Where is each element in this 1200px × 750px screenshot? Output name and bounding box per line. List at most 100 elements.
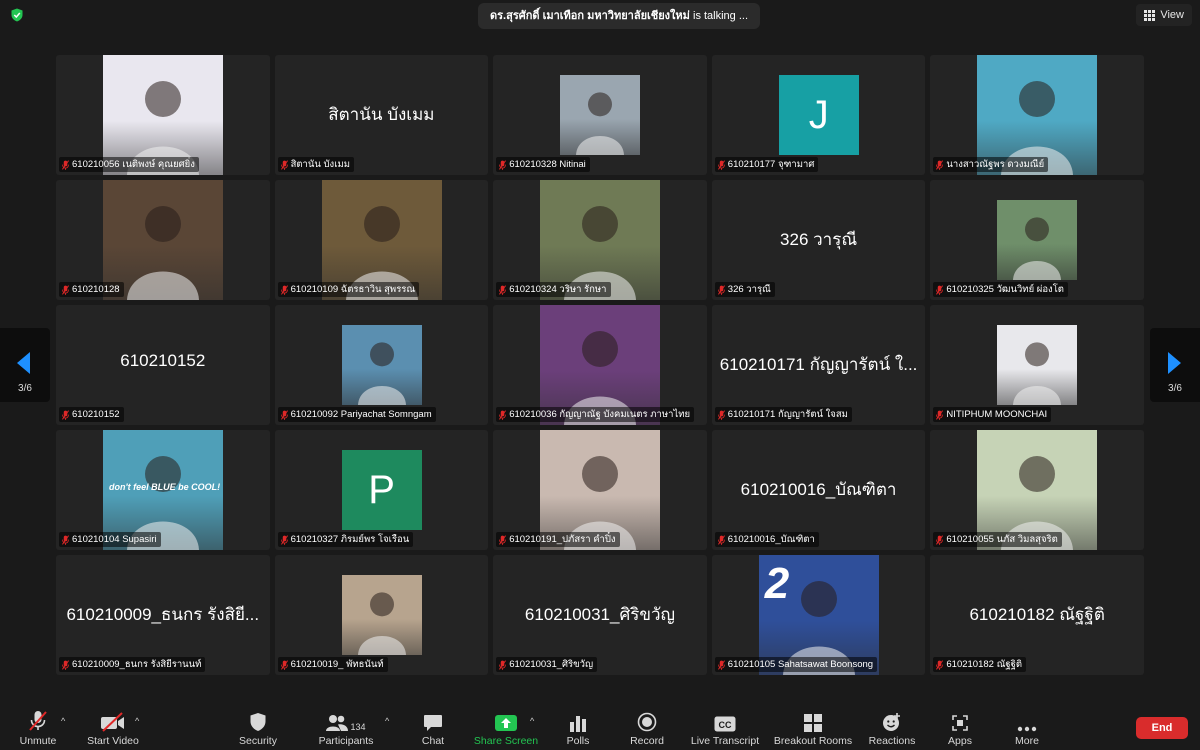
participant-tile[interactable]: 610210171 กัญญารัตน์ ใ... 610210171 กัญญา… (711, 305, 926, 425)
participants-options-caret[interactable]: ^ (385, 716, 389, 726)
participant-name: 610210016_บัณฑิตา (727, 534, 815, 545)
participant-tile[interactable]: 610210036 กัญญาณัฐ บังคมเนตร ภาษาไทย (493, 305, 707, 425)
microphone-muted-icon (280, 659, 288, 670)
participant-tile[interactable]: 610210055 นภัส วิมลสุจริต (930, 430, 1144, 550)
participant-video (341, 325, 422, 405)
participant-tile[interactable]: 610210016_บัณฑิตา 610210016_บัณฑิตา (711, 430, 926, 550)
apps-button[interactable]: Apps (944, 710, 976, 750)
video-overlay-text: 2 (764, 559, 790, 608)
unmute-button[interactable]: Unmute (18, 710, 58, 750)
view-button[interactable]: View (1136, 4, 1192, 26)
participant-video (997, 325, 1078, 405)
shield-icon[interactable] (10, 8, 24, 22)
participant-name-label: 610210105 Sahatsawat Boonsong (714, 657, 878, 672)
person-silhouette-icon (357, 592, 406, 655)
participant-name-label: 610210092 Pariyachat Somngam (277, 407, 436, 422)
microphone-muted-icon (62, 659, 69, 670)
page-indicator-right: 3/6 (1168, 383, 1182, 394)
participant-tile[interactable]: J 610210177 จุฑามาศ (711, 55, 926, 175)
participant-display-name: 610210182 ณัฐฐิติ (969, 605, 1105, 624)
microphone-muted-icon (280, 534, 288, 545)
participant-tile[interactable]: 610210019_ พัทธนันท์ (274, 555, 489, 675)
microphone-muted-icon (499, 659, 507, 670)
record-label: Record (630, 735, 664, 747)
microphone-muted-icon (717, 534, 725, 545)
apps-icon (952, 715, 968, 731)
participant-name-label: 610210016_บัณฑิตา (714, 532, 819, 547)
video-options-caret[interactable]: ^ (135, 716, 139, 726)
participant-tile[interactable]: 610210056 เนติพงษ์ คุณยศยิ่ง (56, 55, 270, 175)
person-silhouette-icon (576, 92, 625, 155)
participant-tile[interactable]: 610210009_ธนกร รังสิยี... 610210009_ธนกร … (56, 555, 270, 675)
participant-name: 610210109 ฉัตรธาวิน สุพรรณ (290, 284, 416, 295)
start-video-label: Start Video (87, 735, 139, 747)
microphone-muted-icon (936, 284, 944, 295)
participant-name: 610210128 (72, 284, 120, 295)
participant-tile[interactable]: 610210325 วัฒนวิทย์ ผ่องโต (930, 180, 1144, 300)
participant-tile[interactable]: สิตานัน บังเมม สิตานัน บังเมม (274, 55, 489, 175)
participant-tile[interactable]: 610210191_ปภัสรา คำปิ๋ง (493, 430, 707, 550)
next-page-button[interactable]: 3/6 (1150, 328, 1200, 402)
share-screen-icon (495, 715, 517, 731)
participant-name-label: 610210328 Nitinai (496, 157, 590, 172)
microphone-muted-icon (936, 159, 944, 170)
participant-tile[interactable]: 2 610210105 Sahatsawat Boonsong (711, 555, 926, 675)
participant-tile[interactable]: 610210031_ศิริขวัญ 610210031_ศิริขวัญ (493, 555, 707, 675)
speaker-name: ดร.สุรศักดิ์ เมาเทือก มหาวิทยาลัยเชียงให… (490, 10, 690, 22)
reactions-button[interactable]: Reactions (868, 710, 916, 750)
arrow-left-icon (17, 352, 30, 374)
microphone-muted-icon (717, 284, 725, 295)
microphone-muted-icon (936, 409, 944, 420)
microphone-muted-icon (280, 284, 288, 295)
participant-name-label: 610210324 วริษา รักษา (496, 282, 611, 297)
more-button[interactable]: More (1011, 710, 1043, 750)
participant-tile[interactable]: P 610210327 ภิรมย์พร โจเรือน (274, 430, 489, 550)
participant-name-label: 610210327 ภิรมย์พร โจเรือน (277, 532, 414, 547)
previous-page-button[interactable]: 3/6 (0, 328, 50, 402)
participant-name: 610210056 เนติพงษ์ คุณยศยิ่ง (72, 159, 195, 170)
participant-tile[interactable]: 326 วารุณี 326 วารุณี (711, 180, 926, 300)
participant-display-name: สิตานัน บังเมม (328, 105, 435, 124)
live-transcript-button[interactable]: CC Live Transcript (688, 710, 762, 750)
cc-icon: CC (714, 716, 736, 732)
participants-button[interactable]: 134 Participants (316, 710, 376, 750)
microphone-muted-icon (280, 409, 288, 420)
security-shield-icon (250, 713, 266, 731)
zoom-meeting-window: ดร.สุรศักดิ์ เมาเทือก มหาวิทยาลัยเชียงให… (0, 0, 1200, 750)
audio-options-caret[interactable]: ^ (61, 716, 65, 726)
meeting-toolbar: Unmute ^ Start Video ^ Security 134 Part… (0, 706, 1200, 750)
security-label: Security (239, 735, 277, 747)
record-button[interactable]: Record (628, 710, 666, 750)
microphone-muted-icon (499, 534, 507, 545)
breakout-rooms-button[interactable]: Breakout Rooms (773, 710, 853, 750)
participant-name: 610210152 (72, 409, 120, 420)
participant-name-label: 610210171 กัญญารัตน์ ใจสม (714, 407, 852, 422)
person-silhouette-icon (357, 342, 406, 405)
microphone-muted-icon (499, 284, 507, 295)
more-label: More (1015, 735, 1039, 747)
participant-tile[interactable]: 610210328 Nitinai (493, 55, 707, 175)
participant-tile[interactable]: 610210324 วริษา รักษา (493, 180, 707, 300)
share-options-caret[interactable]: ^ (530, 716, 534, 726)
person-silhouette-icon (1013, 342, 1062, 405)
participant-name: 610210055 นภัส วิมลสุจริต (946, 534, 1058, 545)
polls-button[interactable]: Polls (563, 710, 593, 750)
participant-name-label: 610210177 จุฑามาศ (714, 157, 819, 172)
start-video-button[interactable]: Start Video (85, 710, 141, 750)
breakout-rooms-icon (804, 714, 822, 732)
participant-tile[interactable]: 610210128 (56, 180, 270, 300)
page-indicator-left: 3/6 (18, 383, 32, 394)
participant-tile[interactable]: NITIPHUM MOONCHAI (930, 305, 1144, 425)
end-meeting-button[interactable]: End (1136, 717, 1188, 739)
participant-tile[interactable]: นางสาวณัฐพร ดวงมณีย์ (930, 55, 1144, 175)
participant-video (560, 75, 641, 155)
participant-tile[interactable]: 610210092 Pariyachat Somngam (274, 305, 489, 425)
participant-tile[interactable]: 610210109 ฉัตรธาวิน สุพรรณ (274, 180, 489, 300)
security-button[interactable]: Security (237, 710, 279, 750)
video-overlay-text: don't feel BLUE be COOL! (109, 482, 221, 492)
participant-name-label: นางสาวณัฐพร ดวงมณีย์ (933, 157, 1049, 172)
participant-tile[interactable]: 610210182 ณัฐฐิติ 610210182 ณัฐฐิติ (930, 555, 1144, 675)
participant-tile[interactable]: 610210152 610210152 (56, 305, 270, 425)
participant-tile[interactable]: don't feel BLUE be COOL! 610210104 Supasi… (56, 430, 270, 550)
chat-button[interactable]: Chat (418, 710, 448, 750)
